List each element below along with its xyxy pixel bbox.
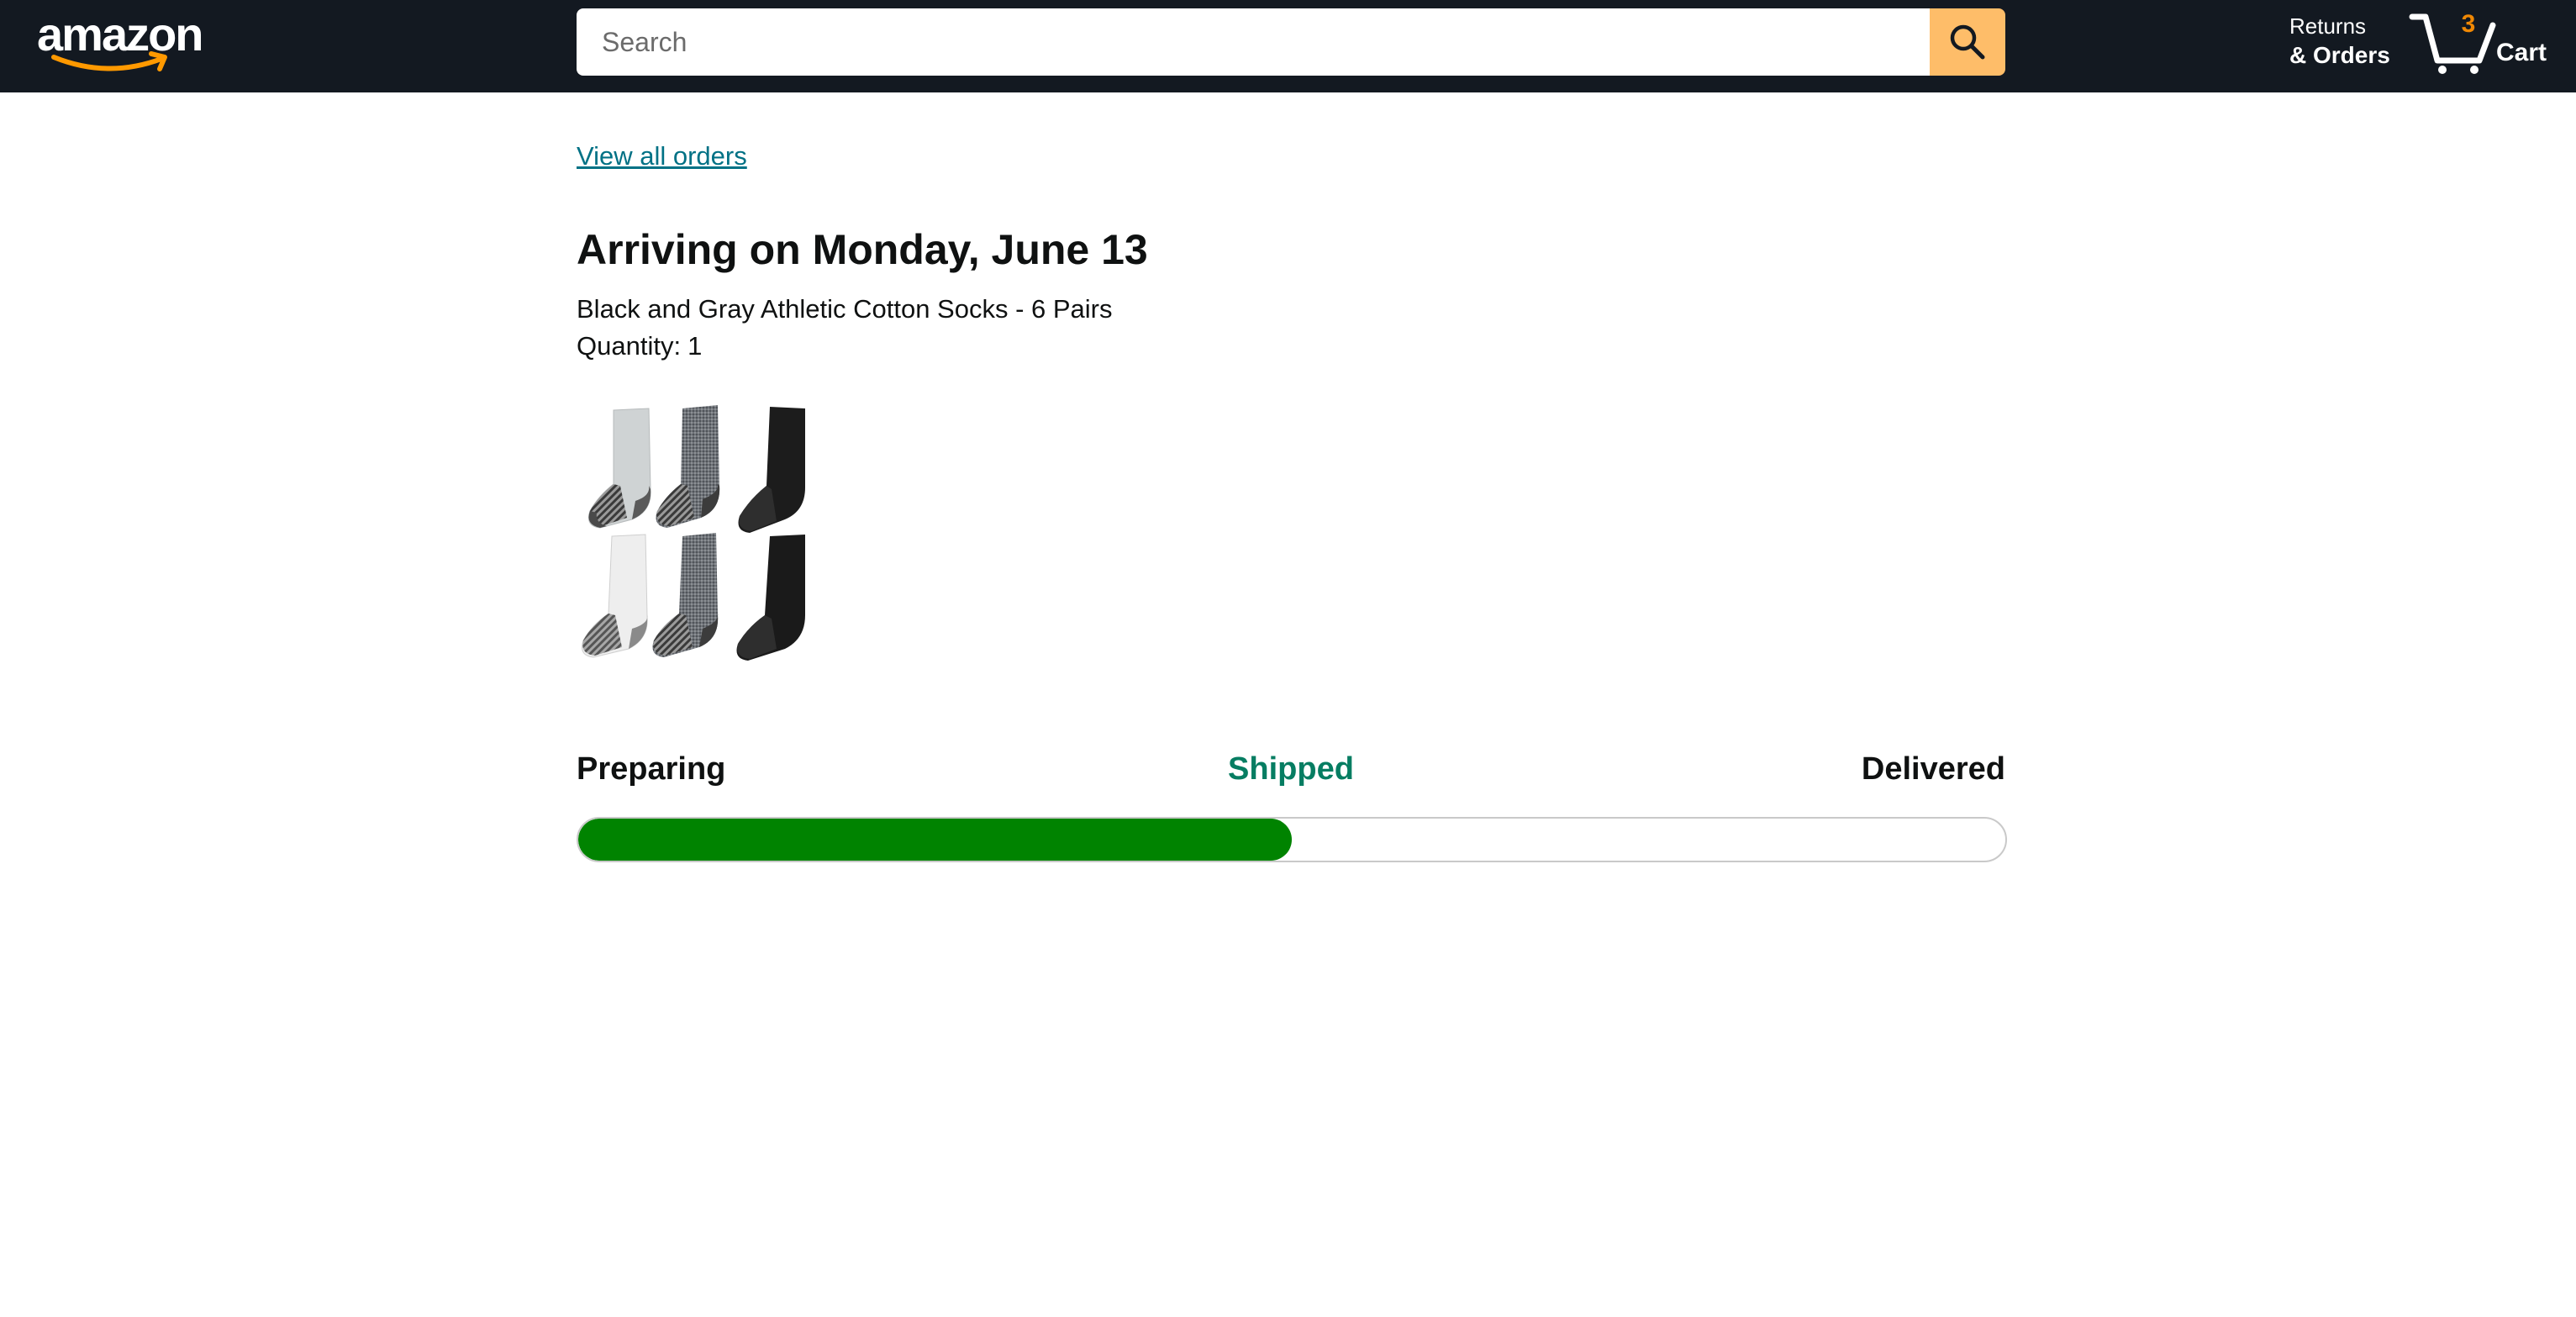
- status-delivered: Delivered: [1861, 751, 2005, 787]
- sock-heather-gray: [656, 405, 720, 528]
- tracking-progress-fill: [578, 819, 1292, 861]
- tracking-progress-bar: [577, 817, 2007, 862]
- cart-icon: [2409, 13, 2496, 74]
- returns-and-orders-link[interactable]: Returns & Orders: [2289, 12, 2390, 71]
- cart-button[interactable]: 3 Cart: [2409, 8, 2552, 76]
- returns-label: Returns: [2289, 13, 2367, 39]
- status-preparing: Preparing: [577, 751, 726, 787]
- search-input[interactable]: [577, 8, 1930, 76]
- sock-white: [582, 534, 648, 658]
- amazon-smile-logo: [51, 51, 167, 71]
- arrival-heading: Arriving on Monday, June 13: [577, 226, 1148, 273]
- sock-heather-gray-2: [652, 533, 719, 657]
- cart-count-badge: 3: [2461, 10, 2476, 38]
- status-shipped: Shipped: [1228, 751, 1354, 787]
- sock-black-2: [736, 535, 805, 661]
- search-bar: [577, 8, 2005, 76]
- top-nav-bar: amazon Returns & Orders 3 Cart: [0, 0, 2576, 92]
- orders-label: & Orders: [2289, 42, 2390, 68]
- sock-black: [738, 407, 805, 533]
- quantity-label: Quantity:: [577, 331, 682, 361]
- tracking-status-labels: Preparing Shipped Delivered: [577, 751, 2005, 793]
- sock-light-gray: [588, 408, 651, 529]
- product-image-socks[interactable]: [577, 402, 809, 662]
- quantity-value: 1: [687, 331, 703, 361]
- cart-label: Cart: [2496, 39, 2547, 66]
- search-button[interactable]: [1930, 8, 2005, 76]
- product-name: Black and Gray Athletic Cotton Socks - 6…: [577, 294, 1113, 324]
- quantity-line: Quantity: 1: [577, 331, 702, 361]
- search-icon: [1950, 24, 1985, 60]
- amazon-logo[interactable]: amazon: [37, 8, 210, 76]
- view-all-orders-link[interactable]: View all orders: [577, 141, 747, 171]
